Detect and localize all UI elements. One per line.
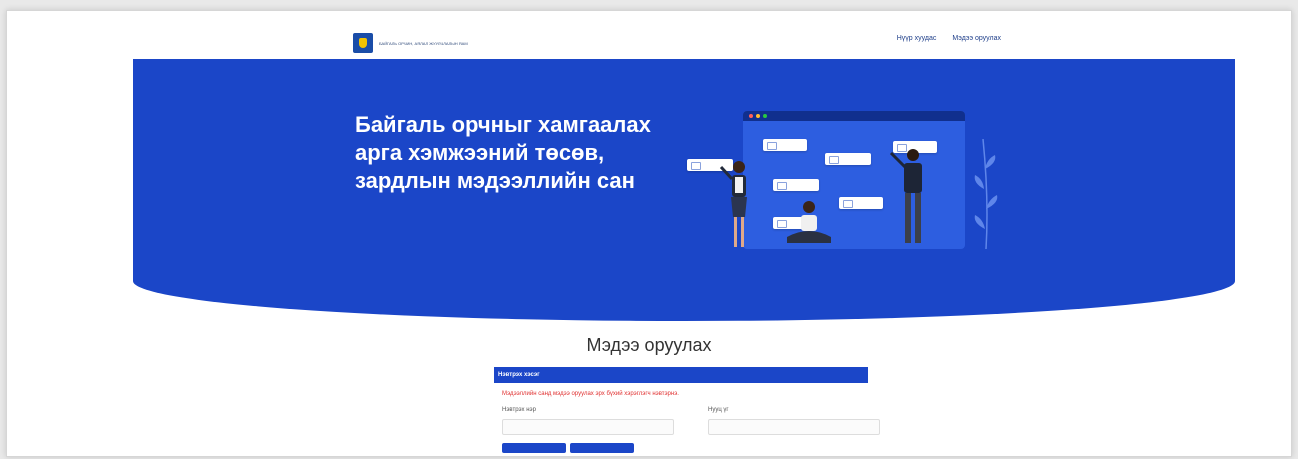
hero-banner: Байгаль орчныг хамгаалах арга хэмжээний … <box>133 59 1235 321</box>
leaf-decoration-icon <box>974 139 998 249</box>
main-nav: Нүүр хуудас Мэдээ оруулах <box>897 35 1001 42</box>
illustration-card <box>763 139 807 151</box>
window-dot-icon <box>749 114 753 118</box>
logo-text: БАЙГАЛЬ ОРЧИН, АЯЛАЛ ЖУУЛЧЛАЛЫН ЯАМ <box>379 40 468 46</box>
login-fields: Нэвтрэх нэр Нууц үг <box>502 407 880 435</box>
standing-man-icon <box>889 149 922 243</box>
secondary-button[interactable] <box>570 443 634 453</box>
nav-link-submit-data[interactable]: Мэдээ оруулах <box>952 35 1001 42</box>
username-input[interactable] <box>502 419 674 435</box>
hero-title: Байгаль орчныг хамгаалах арга хэмжээний … <box>355 112 651 193</box>
login-button[interactable] <box>502 443 566 453</box>
login-panel: Нэвтрэх хэсэг Мэдээллийн санд мэдээ оруу… <box>494 367 880 453</box>
sitting-person-icon <box>787 201 831 243</box>
panel-title: Нэвтрэх хэсэг <box>494 367 868 383</box>
password-label: Нууц үг <box>708 407 729 413</box>
browser-viewport: БАЙГАЛЬ ОРЧИН, АЯЛАЛ ЖУУЛЧЛАЛЫН ЯАМ Нүүр… <box>6 10 1292 457</box>
illustration-card <box>773 179 819 191</box>
username-field-group: Нэвтрэх нэр <box>502 407 674 435</box>
soyombo-emblem-icon <box>353 33 373 53</box>
standing-woman-icon <box>719 161 747 247</box>
window-dot-icon <box>763 114 767 118</box>
nav-link-home[interactable]: Нүүр хуудас <box>897 35 937 42</box>
username-label: Нэвтрэх нэр <box>502 407 536 413</box>
login-buttons <box>502 443 868 453</box>
illustration-card <box>839 197 883 209</box>
browser-bar <box>743 111 965 121</box>
section-title: Мэдээ оруулах <box>586 335 712 355</box>
window-dot-icon <box>756 114 760 118</box>
password-input[interactable] <box>708 419 880 435</box>
login-notice: Мэдээллийн санд мэдээ оруулах эрх бүхий … <box>502 391 679 397</box>
password-field-group: Нууц үг <box>708 407 880 435</box>
site-logo[interactable]: БАЙГАЛЬ ОРЧИН, АЯЛАЛ ЖУУЛЧЛАЛЫН ЯАМ <box>353 33 469 53</box>
site-header: БАЙГАЛЬ ОРЧИН, АЯЛАЛ ЖУУЛЧЛАЛЫН ЯАМ Нүүр… <box>7 11 1291 59</box>
illustration-card <box>825 153 871 165</box>
